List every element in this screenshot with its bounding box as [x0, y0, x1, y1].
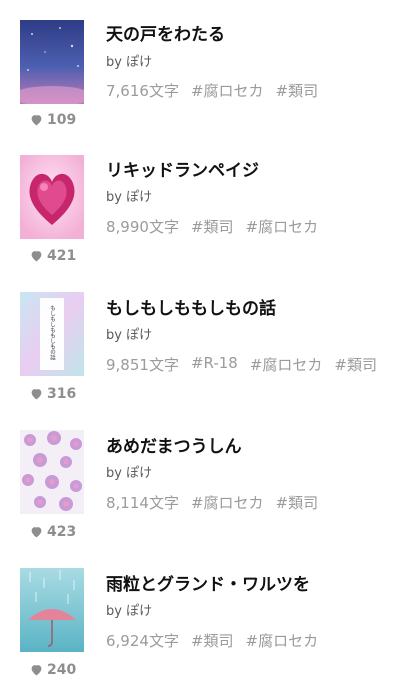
- tag[interactable]: #腐ロセカ: [191, 80, 264, 101]
- like-count-value: 240: [47, 662, 77, 678]
- novel-item[interactable]: 240 雨粒とグランド・ワルツを by ぽけ 6,924文字 #類司 #腐ロセカ: [0, 552, 416, 690]
- cover-art: [20, 430, 84, 514]
- novel-title[interactable]: リキッドランペイジ: [106, 156, 259, 181]
- cover-title-text: もしもしももしもの話: [49, 305, 56, 362]
- char-count: 6,924文字: [106, 632, 179, 650]
- cover-image[interactable]: [20, 568, 84, 652]
- heart-icon: [31, 115, 42, 126]
- novel-meta: 8,114文字 #腐ロセカ #類司: [106, 492, 330, 513]
- tag[interactable]: #類司: [191, 216, 234, 237]
- novel-item[interactable]: 421 リキッドランペイジ by ぽけ 8,990文字 #類司 #腐ロセカ: [0, 138, 416, 276]
- char-count: 7,616文字: [106, 82, 179, 100]
- novel-author[interactable]: by ぽけ: [106, 186, 152, 205]
- char-count: 8,114文字: [106, 494, 179, 512]
- cover-image[interactable]: もしもしももしもの話: [20, 292, 84, 376]
- novel-item[interactable]: 109 天の戸をわたる by ぽけ 7,616文字 #腐ロセカ #類司: [0, 0, 416, 138]
- novel-author[interactable]: by ぽけ: [106, 324, 152, 343]
- novel-meta: 9,851文字 #R-18 #腐ロセカ #類司: [106, 354, 389, 375]
- novel-item[interactable]: もしもしももしもの話 316 もしもしももしもの話 by ぽけ 9,851文字 …: [0, 276, 416, 414]
- like-count[interactable]: 109: [30, 112, 76, 128]
- like-count[interactable]: 421: [30, 248, 76, 264]
- tag[interactable]: #類司: [276, 80, 319, 101]
- tag[interactable]: #腐ロセカ: [250, 354, 323, 375]
- cover-image[interactable]: [20, 430, 84, 514]
- tag[interactable]: #類司: [191, 630, 234, 651]
- tag[interactable]: #類司: [276, 492, 319, 513]
- novel-item[interactable]: 423 あめだまつうしん by ぽけ 8,114文字 #腐ロセカ #類司: [0, 414, 416, 552]
- like-count-value: 423: [47, 524, 77, 540]
- like-count-value: 109: [47, 112, 77, 128]
- cover-image[interactable]: [20, 155, 84, 239]
- heart-icon: [31, 527, 42, 538]
- novel-title[interactable]: 雨粒とグランド・ワルツを: [106, 570, 310, 595]
- tag[interactable]: #腐ロセカ: [246, 630, 319, 651]
- cover-art: [20, 155, 84, 239]
- char-count: 9,851文字: [106, 356, 179, 374]
- novel-author[interactable]: by ぽけ: [106, 51, 152, 70]
- heart-icon: [31, 665, 42, 676]
- heart-icon: [31, 251, 42, 262]
- tag[interactable]: #腐ロセカ: [191, 492, 264, 513]
- novel-meta: 6,924文字 #類司 #腐ロセカ: [106, 630, 330, 651]
- tag[interactable]: #R-18: [191, 354, 238, 375]
- novel-author[interactable]: by ぽけ: [106, 600, 152, 619]
- like-count[interactable]: 423: [30, 524, 76, 540]
- tag[interactable]: #類司: [334, 354, 377, 375]
- novel-title[interactable]: あめだまつうしん: [106, 432, 242, 457]
- novel-list: 109 天の戸をわたる by ぽけ 7,616文字 #腐ロセカ #類司 421 …: [0, 0, 416, 680]
- novel-title[interactable]: 天の戸をわたる: [106, 20, 225, 45]
- novel-meta: 8,990文字 #類司 #腐ロセカ: [106, 216, 330, 237]
- like-count-value: 316: [47, 386, 77, 402]
- novel-meta: 7,616文字 #腐ロセカ #類司: [106, 80, 330, 101]
- like-count[interactable]: 316: [30, 386, 76, 402]
- cover-art: [20, 20, 84, 104]
- like-count[interactable]: 240: [30, 662, 76, 678]
- tag[interactable]: #腐ロセカ: [246, 216, 319, 237]
- char-count: 8,990文字: [106, 218, 179, 236]
- cover-art: もしもしももしもの話: [20, 292, 84, 376]
- like-count-value: 421: [47, 248, 77, 264]
- cover-image[interactable]: [20, 20, 84, 104]
- cover-art: [20, 568, 84, 652]
- novel-author[interactable]: by ぽけ: [106, 462, 152, 481]
- novel-title[interactable]: もしもしももしもの話: [106, 294, 276, 319]
- heart-icon: [31, 389, 42, 400]
